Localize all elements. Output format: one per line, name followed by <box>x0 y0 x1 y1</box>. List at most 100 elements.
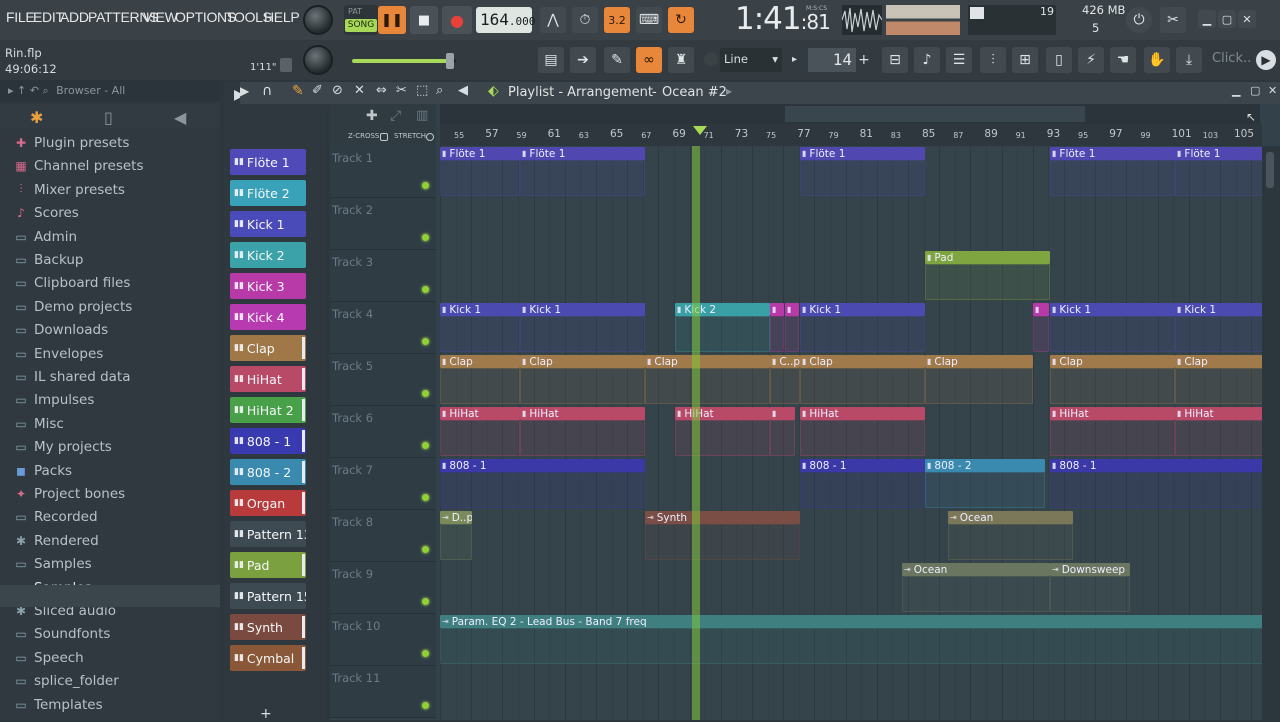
channel-item[interactable]: ▮▮ Cymbal <box>230 645 306 671</box>
menu-view[interactable]: VIEW <box>143 9 178 25</box>
playlist-clip[interactable]: ▮ Clap <box>440 355 520 405</box>
tempo-display[interactable]: 164.000 <box>476 7 535 33</box>
magnet-icon-2[interactable]: ∩ <box>262 83 272 99</box>
playlist-close-icon[interactable]: ✕ <box>1268 84 1277 97</box>
step-edit-button[interactable]: ⌨ <box>636 7 662 33</box>
plugin-button[interactable]: ⚡ <box>1078 47 1104 73</box>
countdown-button[interactable]: 3.2 <box>604 7 630 33</box>
channel-item[interactable]: ▮▮ HiHat 2 <box>230 397 306 423</box>
playlist-clip[interactable]: ▮ <box>1033 303 1049 353</box>
clipboard-icon[interactable]: ▯ <box>104 108 113 127</box>
menu-file[interactable]: FILE <box>6 9 35 25</box>
browser-item[interactable]: ▦ Channel presets <box>14 155 143 177</box>
browser-item[interactable]: ▭ Soundfonts <box>14 623 110 645</box>
slice-tool-icon[interactable]: ✂ <box>396 83 407 98</box>
browser-item[interactable]: ▭ Admin <box>14 226 77 248</box>
playhead-marker[interactable] <box>693 126 707 135</box>
track-mute-led[interactable] <box>422 338 429 345</box>
track-mute-led[interactable] <box>422 234 429 241</box>
arrow-icon[interactable]: ▸ <box>8 84 14 97</box>
playlist-clip[interactable]: ▮ <box>785 303 799 353</box>
playlist-clip[interactable]: ▮HiHat <box>800 407 925 457</box>
track-header[interactable]: Track 3 <box>330 250 436 302</box>
track-header[interactable]: Track 2 <box>330 198 436 250</box>
next-button[interactable]: ➔ <box>570 47 596 73</box>
pattern-song-switch[interactable]: PAT SONG <box>344 5 378 35</box>
track-mute-led[interactable] <box>422 442 429 449</box>
channel-item[interactable]: ▮▮ Kick 2 <box>230 242 306 268</box>
tools-button[interactable]: ✂ <box>1160 7 1186 33</box>
zoom-tool-icon[interactable]: ⌕ <box>436 83 443 98</box>
playlist-clip[interactable]: ▮ Kick 1 <box>440 303 520 353</box>
playlist-clip[interactable]: ▮HiHat <box>440 407 520 457</box>
playlist-clip[interactable]: ▮ Flöte 1 <box>800 147 925 197</box>
playlist-clip[interactable]: ▮ Clap <box>1050 355 1175 405</box>
track-mute-led[interactable] <box>422 390 429 397</box>
channel-item[interactable]: ▮▮ Kick 1 <box>230 211 306 237</box>
playback-tool-icon[interactable]: ◀ <box>458 83 468 98</box>
track-header[interactable]: Track 10 <box>330 614 436 666</box>
browser-item[interactable]: ▭ Speech <box>14 647 83 669</box>
browser-item[interactable]: ▭ My projects <box>14 436 112 458</box>
playlist-clip[interactable]: ▮ 808 - 1 <box>800 459 925 509</box>
playlist-clip[interactable]: ▮ Flöte 1 <box>440 147 520 197</box>
channel-item[interactable]: ▮▮ Flöte 2 <box>230 180 306 206</box>
link-button[interactable]: ∞ <box>636 47 662 73</box>
browser-item[interactable]: ▭ splice_folder <box>14 670 118 692</box>
playlist-maximize-icon[interactable]: ▢ <box>1250 84 1260 97</box>
browser-item[interactable]: ✦ Project bones <box>14 483 125 505</box>
wait-input-button[interactable]: ⏱ <box>572 7 598 33</box>
track-header[interactable]: Track 5 <box>330 354 436 406</box>
volume-handle[interactable] <box>446 53 454 69</box>
speaker-icon[interactable]: ◀ <box>174 108 186 127</box>
browser-item[interactable]: ✱ Rendered <box>14 530 99 552</box>
channel-item[interactable]: ▮▮ 808 - 2 <box>230 459 306 485</box>
browser-item[interactable]: ▭ Downloads <box>14 319 108 341</box>
channel-item[interactable]: ▮▮ 808 - 1 <box>230 428 306 454</box>
playlist-clip[interactable]: ▮ <box>770 303 784 353</box>
track-mute-led[interactable] <box>422 546 429 553</box>
brush-tool-icon[interactable]: ✐ <box>312 83 323 98</box>
browser-item[interactable]: ▭ Impulses <box>14 389 94 411</box>
time-ruler[interactable] <box>440 124 1262 146</box>
track-mute-led[interactable] <box>422 598 429 605</box>
play-button[interactable]: ❚❚ <box>378 6 406 34</box>
master-volume-slider[interactable] <box>352 53 456 69</box>
channel-item[interactable]: ▮▮ Flöte 1 <box>230 149 306 175</box>
channel-item[interactable]: ▮▮ Pad <box>230 552 306 578</box>
draw-mode-button[interactable]: ✎ <box>604 47 630 73</box>
snap-value[interactable]: 14 <box>808 48 856 72</box>
step-back-button[interactable]: ▸ <box>792 48 806 72</box>
track-mute-led[interactable] <box>422 702 429 709</box>
download-button[interactable]: ⤓ <box>1176 47 1202 73</box>
browser-item[interactable]: ▭ Clipboard files <box>14 272 130 294</box>
browser-item[interactable]: ▭ IL shared data <box>14 366 130 388</box>
channel-item[interactable]: ▮▮ Kick 3 <box>230 273 306 299</box>
playlist-button[interactable]: ▤ <box>538 47 564 73</box>
touch-button[interactable]: ✋ <box>1144 47 1170 73</box>
menu-add[interactable]: ADD <box>60 9 89 25</box>
record-button[interactable]: ● <box>442 6 472 34</box>
pencil-tool-icon[interactable]: ✎ <box>292 83 304 99</box>
browser-item[interactable]: ▭ Envelopes <box>14 343 103 365</box>
playlist-clip[interactable]: ▮HiHat <box>520 407 645 457</box>
back-icon[interactable]: ↶ <box>30 84 39 97</box>
playlist-clip[interactable]: ▮HiHat <box>675 407 770 457</box>
channel-item[interactable]: ▮▮ Synth <box>230 614 306 640</box>
minimize-button[interactable]: ▁ <box>1198 10 1216 28</box>
track-mute-led[interactable] <box>422 494 429 501</box>
track-header[interactable]: Track 11 <box>330 666 436 718</box>
playlist-clip[interactable]: ⇥ Ocean <box>902 563 1050 613</box>
playlist-clip[interactable]: ▮HiHat <box>1175 407 1265 457</box>
playlist-clip[interactable]: ▮ Flöte 1 <box>520 147 645 197</box>
stretch-checkbox[interactable] <box>426 133 434 141</box>
playlist-clip[interactable]: ⇥ Synth <box>645 511 800 561</box>
star-icon[interactable]: ✱ <box>30 108 43 127</box>
playlist-clip[interactable]: ▮ Pad <box>925 251 1050 301</box>
project-button[interactable]: ▯ <box>1046 47 1072 73</box>
playlist-clip[interactable]: ⇥ Downsweep <box>1050 563 1130 613</box>
playlist-clip[interactable]: ▮ 808 - 1 <box>1050 459 1265 509</box>
browser-button[interactable]: ⊞ <box>1012 47 1038 73</box>
playlist-clip[interactable]: ▮ Kick 1 <box>800 303 925 353</box>
overview-thumb[interactable] <box>785 106 1085 122</box>
